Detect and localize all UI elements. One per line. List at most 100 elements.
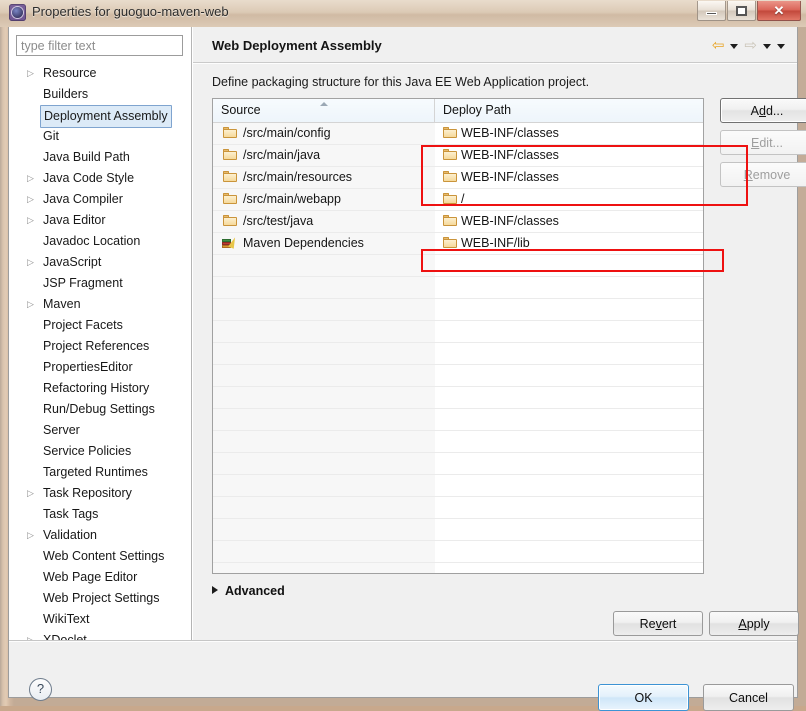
table-row-empty[interactable] bbox=[213, 497, 703, 519]
expand-arrow-icon[interactable]: ▷ bbox=[27, 294, 37, 315]
table-row-empty[interactable] bbox=[213, 387, 703, 409]
sidebar-item-run-debug-settings[interactable]: Run/Debug Settings bbox=[9, 399, 191, 420]
back-arrow-icon[interactable]: ⇦ bbox=[712, 38, 725, 53]
advanced-section-toggle[interactable]: Advanced bbox=[212, 582, 285, 600]
sidebar-item-server[interactable]: Server bbox=[9, 420, 191, 441]
table-row-empty[interactable] bbox=[213, 321, 703, 343]
cancel-button[interactable]: Cancel bbox=[703, 684, 794, 711]
sidebar-item-maven[interactable]: ▷ Maven bbox=[9, 294, 191, 315]
cell-deploy-path bbox=[435, 497, 703, 518]
settings-tree[interactable]: ▷ Resource Builders Deployment Assembly Git J… bbox=[9, 63, 191, 640]
sidebar-item-service-policies[interactable]: Service Policies bbox=[9, 441, 191, 462]
table-row-empty[interactable] bbox=[213, 409, 703, 431]
deploy-path-label: WEB-INF/classes bbox=[461, 170, 559, 184]
sidebar-item-web-project-settings[interactable]: Web Project Settings bbox=[9, 588, 191, 609]
table-row-empty[interactable] bbox=[213, 519, 703, 541]
sort-ascending-icon bbox=[320, 102, 328, 106]
back-dropdown-icon[interactable] bbox=[730, 44, 739, 49]
sidebar-item-java-compiler[interactable]: ▷ Java Compiler bbox=[9, 189, 191, 210]
expand-arrow-icon[interactable]: ▷ bbox=[27, 210, 37, 231]
column-header-deploy-path[interactable]: Deploy Path bbox=[435, 99, 703, 122]
sidebar-item-java-code-style[interactable]: ▷ Java Code Style bbox=[9, 168, 191, 189]
add-button[interactable]: Add... bbox=[720, 98, 806, 123]
forward-dropdown-icon[interactable] bbox=[763, 44, 771, 49]
close-button[interactable]: ✕ bbox=[757, 1, 801, 21]
table-row-empty[interactable] bbox=[213, 299, 703, 321]
expand-arrow-icon[interactable]: ▷ bbox=[27, 630, 37, 640]
sidebar-item-git[interactable]: Git bbox=[9, 126, 191, 147]
sidebar-item-xdoclet[interactable]: ▷ XDoclet bbox=[9, 630, 191, 640]
cell-source bbox=[213, 541, 435, 562]
expand-arrow-icon[interactable]: ▷ bbox=[27, 483, 37, 504]
sidebar-item-javadoc-location[interactable]: Javadoc Location bbox=[9, 231, 191, 252]
sidebar-item-task-repository[interactable]: ▷ Task Repository bbox=[9, 483, 191, 504]
sidebar-item-refactoring-history[interactable]: Refactoring History bbox=[9, 378, 191, 399]
table-row[interactable]: /src/main/java WEB-INF/classes bbox=[213, 145, 703, 167]
edit-button[interactable]: Edit... bbox=[720, 130, 806, 155]
table-row-empty[interactable] bbox=[213, 475, 703, 497]
expand-arrow-icon[interactable]: ▷ bbox=[27, 168, 37, 189]
sidebar-item-label: Git bbox=[43, 129, 59, 143]
title-bar[interactable]: Properties for guoguo-maven-web ✕ bbox=[0, 0, 806, 27]
table-row-empty[interactable] bbox=[213, 453, 703, 475]
table-row[interactable]: /src/main/resources WEB-INF/classes bbox=[213, 167, 703, 189]
view-menu-icon[interactable] bbox=[777, 44, 785, 49]
sidebar-item-wikitext[interactable]: WikiText bbox=[9, 609, 191, 630]
sidebar-item-task-tags[interactable]: Task Tags bbox=[9, 504, 191, 525]
cell-deploy-path bbox=[435, 299, 703, 320]
table-row-empty[interactable] bbox=[213, 277, 703, 299]
ok-button[interactable]: OK bbox=[598, 684, 689, 711]
window-title: Properties for guoguo-maven-web bbox=[32, 4, 229, 19]
sidebar-item-label: Validation bbox=[43, 528, 97, 542]
table-row-empty[interactable] bbox=[213, 541, 703, 563]
table-row[interactable]: /src/main/webapp / bbox=[213, 189, 703, 211]
cell-deploy-path bbox=[435, 519, 703, 540]
table-row[interactable]: /src/test/java WEB-INF/classes bbox=[213, 211, 703, 233]
cell-deploy-path bbox=[435, 387, 703, 408]
folder-icon bbox=[443, 127, 457, 138]
minimize-button[interactable] bbox=[697, 1, 726, 21]
main-panel: Web Deployment Assembly ⇦ ⇨ Define packa… bbox=[193, 27, 806, 640]
cell-deploy-path bbox=[435, 343, 703, 364]
sidebar-item-builders[interactable]: Builders bbox=[9, 84, 191, 105]
sidebar-item-project-facets[interactable]: Project Facets bbox=[9, 315, 191, 336]
sidebar-item-project-references[interactable]: Project References bbox=[9, 336, 191, 357]
cell-deploy-path: WEB-INF/classes bbox=[435, 211, 703, 232]
apply-button[interactable]: Apply bbox=[709, 611, 799, 636]
table-row[interactable]: Maven Dependencies WEB-INF/lib bbox=[213, 233, 703, 255]
sidebar-item-label: Web Content Settings bbox=[43, 549, 165, 563]
table-row-empty[interactable] bbox=[213, 255, 703, 277]
revert-button[interactable]: Revert bbox=[613, 611, 703, 636]
filter-input[interactable] bbox=[16, 35, 183, 56]
deployment-assembly-table: Source Deploy Path /src/main/config WEB-I… bbox=[212, 98, 704, 574]
table-row-empty[interactable] bbox=[213, 563, 703, 573]
folder-icon bbox=[443, 171, 457, 182]
sidebar-item-javascript[interactable]: ▷ JavaScript bbox=[9, 252, 191, 273]
table-row-empty[interactable] bbox=[213, 431, 703, 453]
folder-icon bbox=[223, 193, 237, 204]
sidebar-item-propertieseditor[interactable]: PropertiesEditor bbox=[9, 357, 191, 378]
sidebar-item-resource[interactable]: ▷ Resource bbox=[9, 63, 191, 84]
sidebar-item-validation[interactable]: ▷ Validation bbox=[9, 525, 191, 546]
sidebar-item-web-page-editor[interactable]: Web Page Editor bbox=[9, 567, 191, 588]
sidebar-item-java-build-path[interactable]: Java Build Path bbox=[9, 147, 191, 168]
expand-arrow-icon[interactable]: ▷ bbox=[27, 252, 37, 273]
help-icon[interactable]: ? bbox=[29, 678, 52, 701]
remove-button[interactable]: Remove bbox=[720, 162, 806, 187]
maximize-button[interactable] bbox=[727, 1, 756, 21]
sidebar-item-web-content-settings[interactable]: Web Content Settings bbox=[9, 546, 191, 567]
expand-arrow-icon[interactable]: ▷ bbox=[27, 525, 37, 546]
sidebar-item-deployment-assembly[interactable]: Deployment Assembly bbox=[9, 105, 191, 128]
expand-arrow-icon[interactable]: ▷ bbox=[27, 63, 37, 84]
source-label: /src/main/config bbox=[243, 126, 331, 140]
sidebar-item-jsp-fragment[interactable]: JSP Fragment bbox=[9, 273, 191, 294]
table-row-empty[interactable] bbox=[213, 343, 703, 365]
expand-arrow-icon[interactable]: ▷ bbox=[27, 189, 37, 210]
title-divider-highlight bbox=[193, 63, 797, 64]
sidebar-item-java-editor[interactable]: ▷ Java Editor bbox=[9, 210, 191, 231]
folder-icon bbox=[223, 149, 237, 160]
sidebar-item-targeted-runtimes[interactable]: Targeted Runtimes bbox=[9, 462, 191, 483]
page-title: Web Deployment Assembly bbox=[212, 38, 382, 53]
table-row-empty[interactable] bbox=[213, 365, 703, 387]
table-row[interactable]: /src/main/config WEB-INF/classes bbox=[213, 123, 703, 145]
